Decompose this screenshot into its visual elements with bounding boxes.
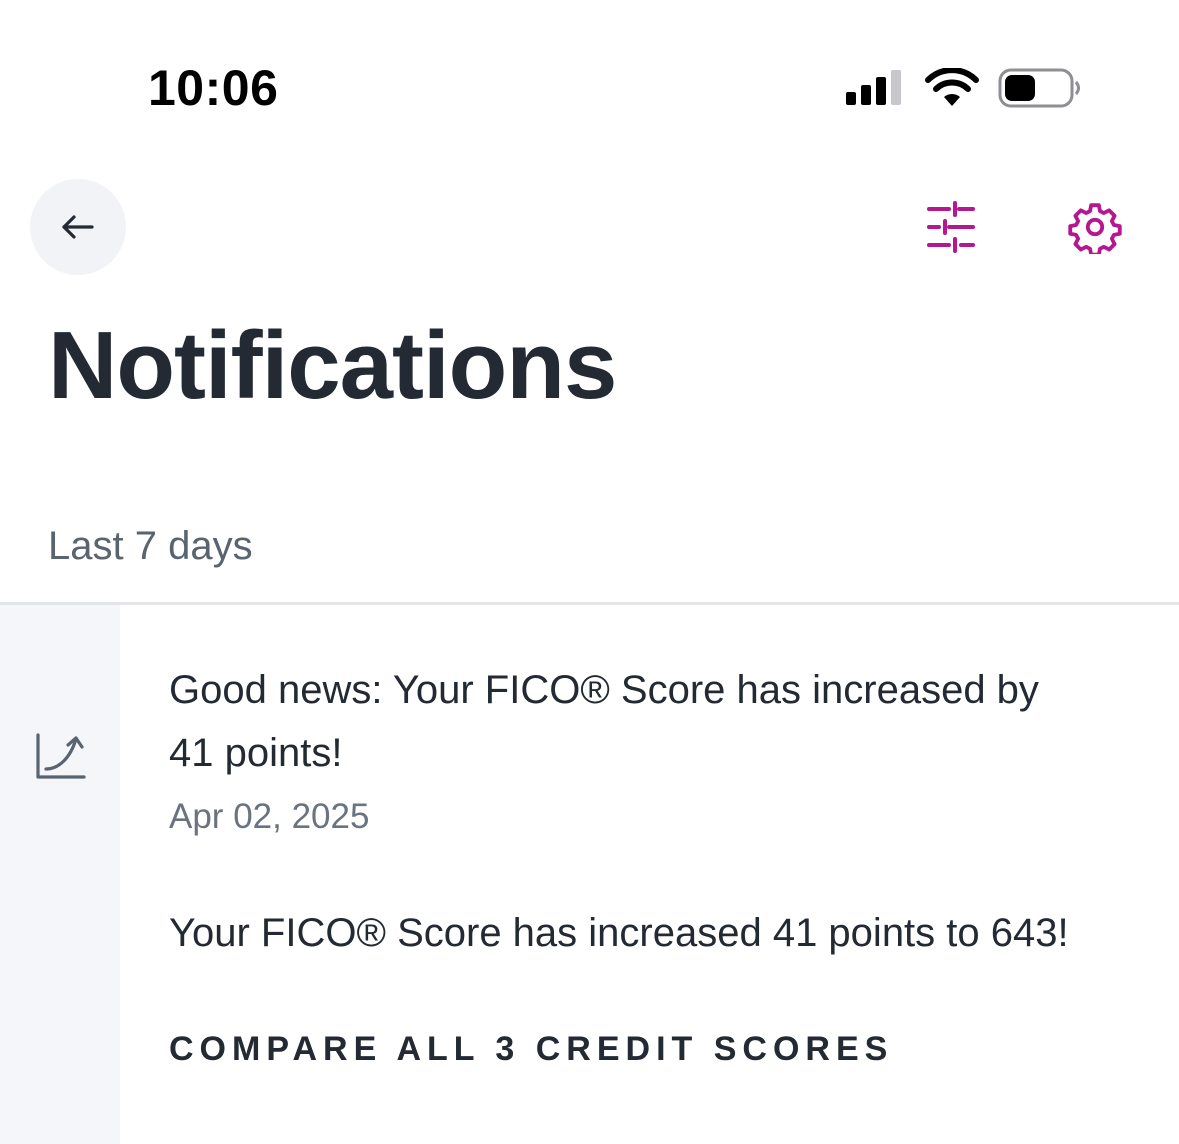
section-header-last-7-days: Last 7 days — [48, 524, 253, 568]
notification-title: Good news: Your FICO® Score has increase… — [169, 668, 1039, 775]
gear-icon — [1068, 203, 1122, 254]
cellular-signal-icon — [846, 70, 901, 105]
notification-date: Apr 02, 2025 — [169, 797, 370, 836]
page-title: Notifications — [48, 312, 617, 419]
settings-button[interactable] — [1064, 196, 1126, 258]
notification-item[interactable]: Good news: Your FICO® Score has increase… — [0, 605, 1179, 1144]
wifi-icon — [925, 68, 979, 106]
filter-button[interactable] — [920, 196, 982, 258]
battery-icon — [998, 68, 1080, 108]
back-button[interactable] — [30, 179, 126, 275]
compare-credit-scores-link[interactable]: COMPARE ALL 3 CREDIT SCORES — [169, 1027, 893, 1071]
notification-icon-rail — [0, 605, 120, 1144]
arrow-left-icon — [62, 215, 94, 239]
sliders-icon — [927, 201, 975, 253]
status-time: 10:06 — [148, 60, 279, 116]
notifications-screen: 10:06 Notifications Last 7 days Good new… — [0, 0, 1179, 1144]
notification-body: Your FICO® Score has increased 41 points… — [169, 911, 1069, 955]
trending-up-chart-icon — [36, 733, 86, 779]
